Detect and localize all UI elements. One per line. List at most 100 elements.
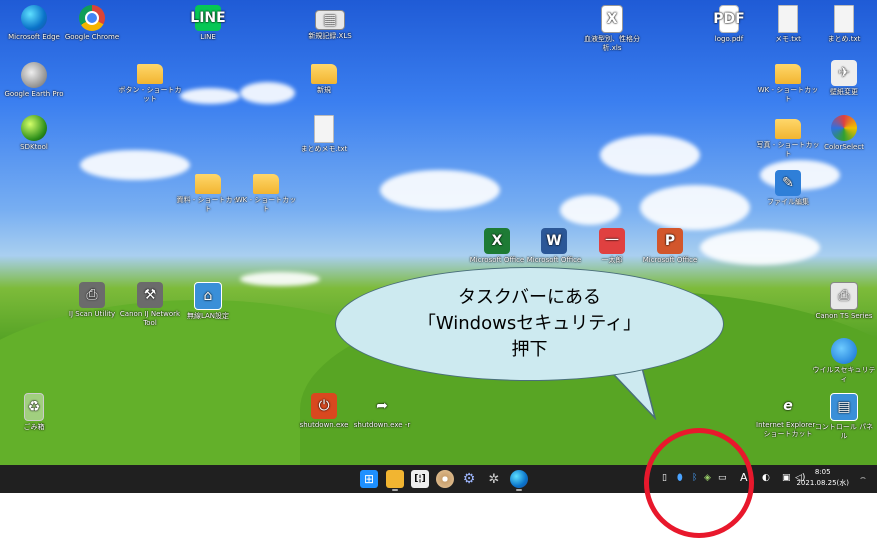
icon-label: ボタン - ショートカット (118, 86, 182, 103)
desktop-icon-ichitaro[interactable]: 一 一太郎 (580, 228, 644, 265)
edge-icon[interactable] (510, 470, 528, 491)
folder-icon (195, 174, 221, 194)
icon-label: まとめメモ.txt (300, 145, 348, 153)
icon-label: Internet Explorer - ショートカット (756, 421, 820, 438)
desktop-icon-wallpaper[interactable]: ✈ 壁紙変更 (812, 60, 876, 97)
icon-label: まとめ.txt (827, 35, 861, 43)
tool-icon: ⚒ (137, 282, 163, 308)
line-icon: LINE (190, 5, 226, 31)
icon-label: Google Earth Pro (4, 90, 64, 98)
icon-label: SDKtool (20, 143, 48, 151)
folder-icon (137, 64, 163, 84)
settings-icon[interactable]: ⚙ (460, 470, 478, 488)
desktop-icon-network-tool[interactable]: ⚒ Canon IJ Network Tool (118, 282, 182, 328)
chrome-icon (79, 5, 105, 31)
folder-icon (775, 119, 801, 139)
powerpoint-icon: P (657, 228, 683, 254)
icon-label: shutdown.exe (299, 421, 349, 429)
cd-icon[interactable] (436, 470, 454, 488)
icon-label: Microsoft Office (642, 256, 698, 264)
icon-label: コントロール パネル (814, 423, 874, 440)
ball-icon (21, 115, 47, 141)
notepad-icon[interactable]: [¦] (411, 470, 429, 488)
control-panel-icon: ▤ (830, 393, 858, 421)
icon-label: 新規 (317, 86, 331, 94)
desktop-icon-scan-utility[interactable]: ⎙ IJ Scan Utility (60, 282, 124, 319)
desktop-icon-xls[interactable]: X 血液型別、性格分析.xls (580, 5, 644, 53)
desktop-icon-edit[interactable]: ✎ ファイル編集 (756, 170, 820, 207)
network-icon: ⌂ (194, 282, 222, 310)
desktop-icon-powerpoint[interactable]: P Microsoft Office (638, 228, 702, 265)
desktop-icon-folder[interactable]: WK - ショートカット (756, 60, 820, 104)
display-icon[interactable]: ▣ (782, 473, 791, 483)
desktop-icon-excel[interactable]: X Microsoft Office (465, 228, 529, 265)
desktop-icon-edge[interactable]: Microsoft Edge (2, 5, 66, 42)
file-explorer-icon[interactable] (386, 470, 404, 491)
folder-icon (775, 64, 801, 84)
word-icon: W (541, 228, 567, 254)
desktop-icon-restart[interactable]: ➦ shutdown.exe -r (350, 393, 414, 430)
folder-icon (253, 174, 279, 194)
icon-label: ごみ箱 (23, 423, 45, 431)
icon-label: Microsoft Edge (8, 33, 60, 41)
desktop-icon-virus-security[interactable]: ウイルスセキュリティ (812, 338, 876, 384)
icon-label: 壁紙変更 (830, 88, 858, 96)
icon-label: Google Chrome (64, 33, 120, 41)
gear-icon[interactable]: ✲ (485, 470, 503, 488)
callout-line-3: 押下 (511, 339, 548, 360)
callout-line-2: 「Windowsセキュリティ」 (417, 313, 642, 334)
desktop-icon-shutdown[interactable]: ⏻ shutdown.exe (292, 393, 356, 430)
ie-icon: e (783, 397, 793, 414)
desktop-icon-pdf[interactable]: PDF logo.pdf (697, 5, 761, 44)
desktop-icon-recycle-bin[interactable]: ♻ ごみ箱 (2, 393, 66, 432)
desktop-icon-folder[interactable]: WK - ショートカット (234, 170, 298, 214)
desktop-icon-textfile[interactable]: まとめメモ.txt (292, 115, 356, 154)
colour-icon (831, 115, 857, 141)
icon-label: ファイル編集 (767, 198, 809, 206)
power-icon: ⏻ (311, 393, 337, 419)
desktop-icon-folder[interactable]: 写真 - ショートカット (756, 115, 820, 159)
notification-icon[interactable]: ⌢ (860, 473, 866, 483)
clock[interactable]: 8:05 2021.08.25(水) (796, 467, 849, 489)
desktop-icon-wireless[interactable]: ⌂ 無線LAN設定 (176, 282, 240, 321)
excel-file-icon: X (601, 5, 623, 33)
icon-label: 血液型別、性格分析.xls (584, 35, 640, 52)
desktop-icon-folder[interactable]: ボタン - ショートカット (118, 60, 182, 104)
icon-label: 無線LAN設定 (186, 312, 230, 320)
recycle-bin-icon: ♻ (24, 393, 44, 421)
icon-label: メモ.txt (775, 35, 801, 43)
desktop-icon-google-earth[interactable]: Google Earth Pro (2, 62, 66, 99)
desktop-icon-folder[interactable]: 新規 (292, 60, 356, 95)
desktop-icon-line[interactable]: LINE LINE (176, 5, 240, 42)
scanner-icon: ⎙ (79, 282, 105, 308)
icon-label: LINE (200, 33, 216, 41)
folder-icon (311, 64, 337, 84)
desktop-icon-color[interactable]: ColorSelect (812, 115, 876, 152)
desktop: Microsoft Edge Google Chrome LINE LINE ▦… (0, 0, 877, 465)
desktop-icon-memo[interactable]: メモ.txt (756, 5, 820, 44)
text-file-icon (778, 5, 798, 33)
icon-label: 写真 - ショートカット (756, 141, 820, 158)
spreadsheet-icon: ▦ (315, 10, 345, 30)
edit-icon: ✎ (775, 170, 801, 196)
desktop-icon-control-panel[interactable]: ▤ コントロール パネル (812, 393, 876, 441)
desktop-icon-spreadsheet[interactable]: ▦ 新規記録.XLS (298, 10, 362, 41)
desktop-icon-word[interactable]: W Microsoft Office (522, 228, 586, 265)
clock-time: 8:05 (814, 468, 831, 476)
printer-icon: ⎙ (830, 282, 858, 310)
icon-label: Canon IJ Network Tool (119, 310, 181, 327)
desktop-icon-sdk[interactable]: SDKtool (2, 115, 66, 152)
sync-icon[interactable]: ◐ (762, 473, 770, 483)
desktop-icon-matome[interactable]: まとめ.txt (812, 5, 876, 44)
desktop-icon-ie[interactable]: e Internet Explorer - ショートカット (756, 393, 820, 439)
desktop-icon-canon-printer[interactable]: ⎙ Canon TS Series (812, 282, 876, 321)
edge-icon (21, 5, 47, 31)
icon-label: 一太郎 (601, 256, 623, 264)
desktop-icon-chrome[interactable]: Google Chrome (60, 5, 124, 42)
desktop-icon-folder[interactable]: 資料 - ショートカット (176, 170, 240, 214)
start-icon[interactable]: ⊞ (360, 470, 378, 488)
clock-date: 2021.08.25(水) (796, 479, 849, 487)
ichitaro-icon: 一 (599, 228, 625, 254)
icon-label: shutdown.exe -r (353, 421, 411, 429)
callout-line-1: タスクバーにある (457, 287, 602, 308)
